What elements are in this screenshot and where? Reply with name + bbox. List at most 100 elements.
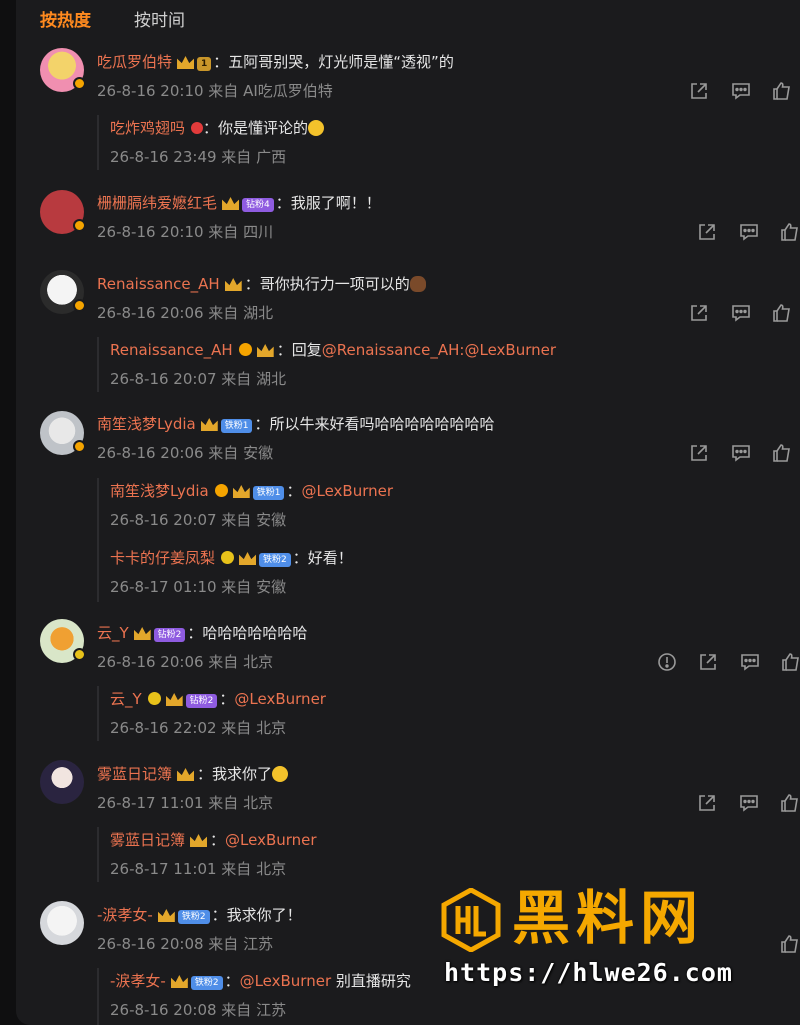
report-icon[interactable] xyxy=(657,652,677,672)
comments-panel: 按热度 按时间 吃瓜罗伯特 1 ：五阿哥别哭，灯光师是懂“透视”的 26-8-16 … xyxy=(16,0,800,1025)
verified-icon xyxy=(73,77,86,90)
mention-link[interactable]: @LexBurner xyxy=(225,831,317,849)
comment-username[interactable]: 云_Y xyxy=(97,624,129,642)
like-icon[interactable] xyxy=(780,934,800,954)
mention-link[interactable]: :@LexBurner xyxy=(459,341,556,359)
fan-badge: 铁粉2 xyxy=(259,553,291,567)
reply-meta: 26-8-16 20:07 来自 安徽 xyxy=(110,511,287,529)
comment-username[interactable]: 栅栅膈纬爱嬷红毛 xyxy=(97,194,217,212)
verified-icon xyxy=(73,440,86,453)
comment-icon[interactable] xyxy=(731,303,751,323)
tab-sort-by-hot[interactable]: 按热度 xyxy=(40,6,91,31)
crown-icon xyxy=(200,418,218,431)
share-icon[interactable] xyxy=(698,652,718,672)
reply-meta: 26-8-17 01:10 来自 安徽 xyxy=(110,578,287,596)
like-icon[interactable] xyxy=(772,303,792,323)
avatar[interactable] xyxy=(40,48,86,92)
reply-divider xyxy=(97,337,99,392)
share-icon[interactable] xyxy=(697,222,717,242)
comment-meta: 26-8-16 20:06 来自 北京 xyxy=(97,653,274,671)
comment-text: ：五阿哥别哭，灯光师是懂“透视”的 xyxy=(213,53,454,71)
reply-username[interactable]: 南笙浅梦Lydia xyxy=(110,482,209,500)
verified-icon xyxy=(73,299,86,312)
reply-username[interactable]: Renaissance_AH xyxy=(110,341,233,359)
like-icon[interactable] xyxy=(780,222,800,242)
watermark: 黑料网 https://hlwe26.com xyxy=(440,886,780,1006)
watermark-title: 黑料网 xyxy=(512,884,705,952)
crown-icon xyxy=(256,344,274,357)
verified-icon xyxy=(147,692,161,705)
comment-actions xyxy=(689,303,792,323)
share-icon[interactable] xyxy=(689,443,709,463)
like-icon[interactable] xyxy=(781,652,800,672)
comment-meta: 26-8-16 20:06 来自 安徽 xyxy=(97,444,274,462)
fan-badge: 钻粉2 xyxy=(153,628,186,642)
comment-actions xyxy=(689,81,792,101)
reply-colon: ： xyxy=(210,831,226,849)
comment-meta: 26-8-16 20:10 来自 四川 xyxy=(97,223,274,241)
comment-username[interactable]: 南笙浅梦Lydia xyxy=(97,415,196,433)
watermark-logo xyxy=(441,888,501,952)
crown-icon xyxy=(177,768,195,781)
crown-icon xyxy=(239,552,257,565)
reply-username[interactable]: 云_Y xyxy=(110,690,142,708)
reply-username[interactable]: 雾蓝日记簿 xyxy=(110,831,185,849)
comment-username[interactable]: Renaissance_AH xyxy=(97,275,220,293)
comment-icon[interactable] xyxy=(739,793,759,813)
reply-username[interactable]: 吃炸鸡翅吗 xyxy=(110,119,185,137)
reply-divider xyxy=(97,827,99,882)
like-icon[interactable] xyxy=(780,793,800,813)
comment-actions xyxy=(697,793,800,813)
reply-username[interactable]: 卡卡的仔姜凤梨 xyxy=(110,549,215,567)
comment-actions xyxy=(689,443,792,463)
mention-link[interactable]: @Renaissance_AH xyxy=(322,341,460,359)
comment-icon[interactable] xyxy=(731,443,751,463)
avatar[interactable] xyxy=(40,619,86,663)
comment-text: ：我求你了 xyxy=(197,765,273,783)
like-icon[interactable] xyxy=(772,81,792,101)
like-icon[interactable] xyxy=(772,443,792,463)
comment-text: ：哈哈哈哈哈哈哈 xyxy=(187,624,308,642)
share-icon[interactable] xyxy=(689,303,709,323)
fan-badge: 1 xyxy=(197,57,212,71)
tab-sort-by-time[interactable]: 按时间 xyxy=(134,6,185,31)
avatar[interactable] xyxy=(40,901,84,945)
comment-actions xyxy=(780,934,800,954)
share-icon[interactable] xyxy=(689,81,709,101)
verified-icon xyxy=(238,343,252,356)
comment-icon[interactable] xyxy=(731,81,751,101)
reply-divider xyxy=(97,968,99,1025)
comment-icon[interactable] xyxy=(739,222,759,242)
comment-text: ：哥你执行力一项可以的 xyxy=(244,275,410,293)
comment-text: ：我求你了！ xyxy=(211,906,302,924)
comment-actions xyxy=(657,652,800,672)
comment-icon[interactable] xyxy=(740,652,760,672)
watermark-url: https://hlwe26.com xyxy=(444,958,733,987)
avatar[interactable] xyxy=(40,760,84,804)
comment-meta: 26-8-16 20:08 来自 江苏 xyxy=(97,935,274,953)
mention-link[interactable]: @LexBurner xyxy=(234,690,326,708)
mention-link[interactable]: @LexBurner xyxy=(240,972,332,990)
fan-badge: 铁粉1 xyxy=(220,419,253,433)
avatar[interactable] xyxy=(40,411,86,455)
crown-icon xyxy=(157,909,175,922)
avatar[interactable] xyxy=(40,190,86,234)
comment-username[interactable]: -涙孝女- xyxy=(97,906,153,924)
comment-actions xyxy=(697,222,800,242)
comment-username[interactable]: 雾蓝日记簿 xyxy=(97,765,172,783)
crown-icon xyxy=(133,627,151,640)
reply-text: 别直播研究 xyxy=(331,972,411,990)
mention-link[interactable]: @LexBurner xyxy=(302,482,394,500)
verified-icon xyxy=(221,551,235,564)
fan-badge: 钻粉4 xyxy=(242,198,274,212)
reply-meta: 26-8-16 22:02 来自 北京 xyxy=(110,719,287,737)
verified-icon xyxy=(73,219,86,232)
share-icon[interactable] xyxy=(697,793,717,813)
reply-username[interactable]: -涙孝女- xyxy=(110,972,166,990)
crown-icon xyxy=(224,278,242,291)
avatar[interactable] xyxy=(40,270,86,314)
crown-icon xyxy=(170,975,188,988)
crown-icon xyxy=(190,834,208,847)
comment-username[interactable]: 吃瓜罗伯特 xyxy=(97,53,172,71)
comment-text: ：所以牛来好看吗哈哈哈哈哈哈哈哈 xyxy=(254,415,495,433)
